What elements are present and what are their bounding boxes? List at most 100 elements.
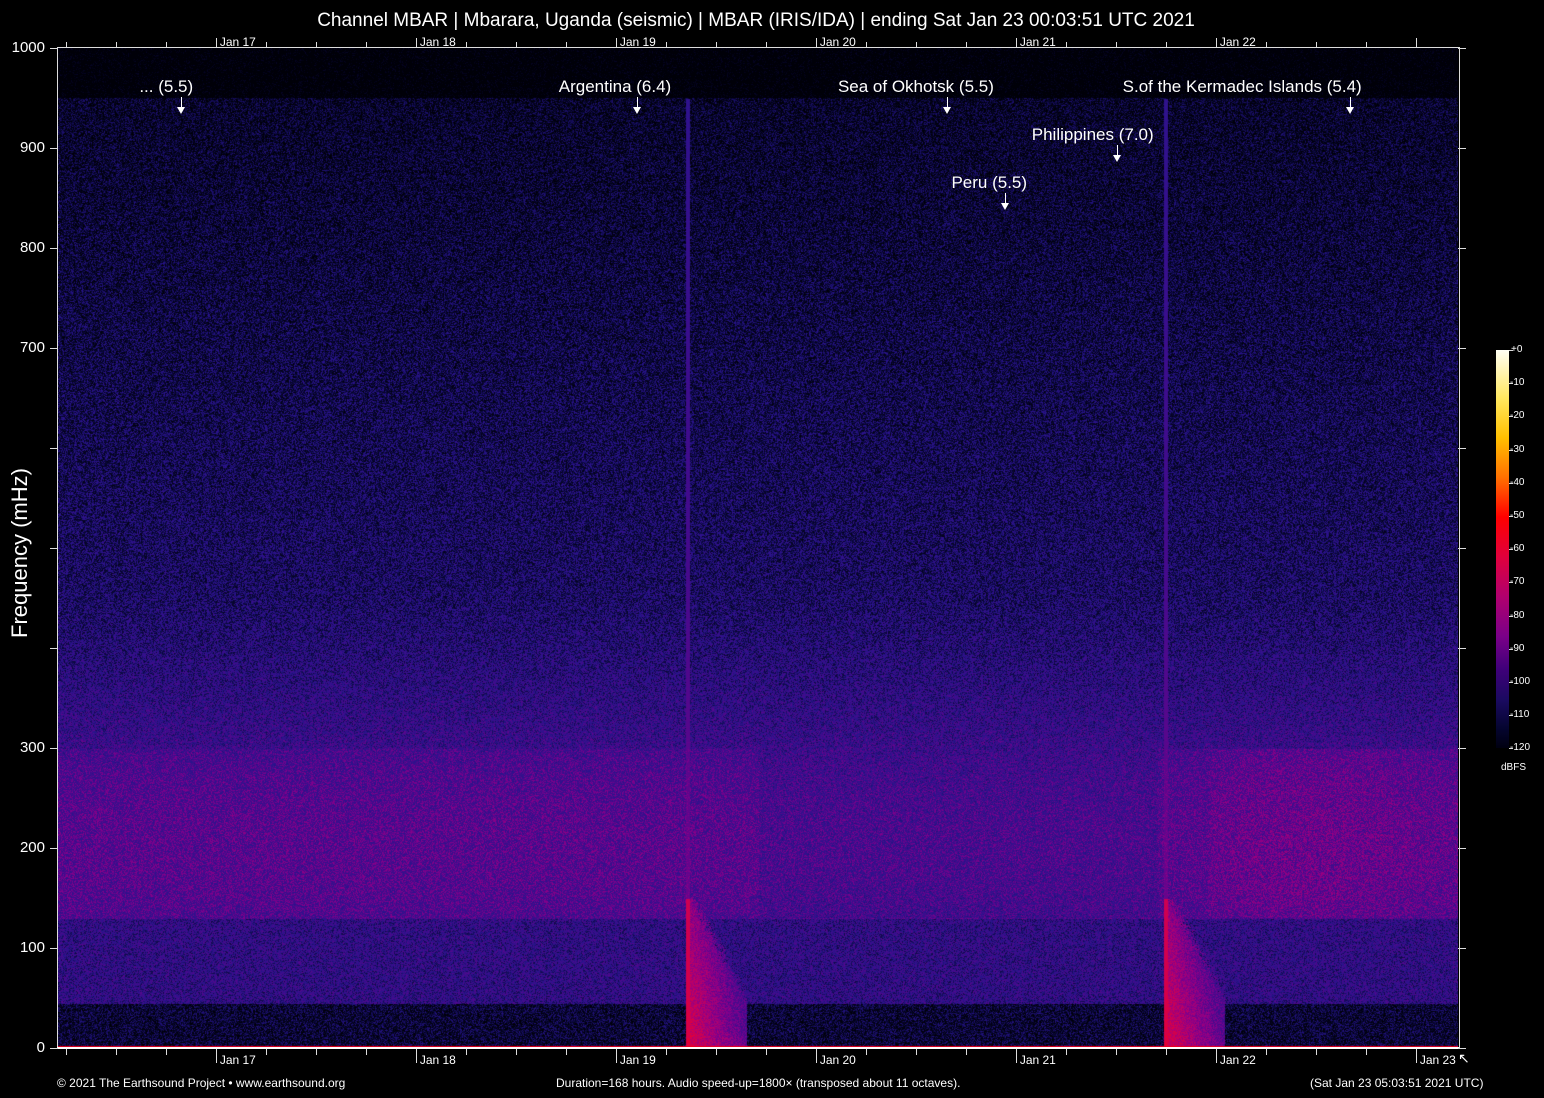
x-tick-label-bottom: Jan 23: [1420, 1053, 1456, 1067]
x-tick-top: [316, 42, 317, 48]
y-tick-label: 900: [0, 139, 45, 156]
x-tick-bottom: [916, 1049, 917, 1055]
x-tick-top: [1266, 42, 1267, 48]
x-tick-top: [516, 42, 517, 48]
x-tick-top: [666, 42, 667, 48]
y-tick-left: [50, 848, 58, 849]
y-tick-right: [1458, 448, 1466, 449]
x-tick-label-top: Jan 17: [220, 35, 256, 49]
colorbar-tick-label: -60: [1510, 543, 1524, 554]
y-tick-label: 300: [0, 739, 45, 756]
x-tick-top: [1316, 42, 1317, 48]
x-tick-label-top: Jan 19: [620, 35, 656, 49]
x-tick-top: [616, 38, 617, 48]
x-tick-bottom: [316, 1049, 317, 1055]
x-tick-top: [866, 42, 867, 48]
y-axis-title: Frequency (mHz): [7, 453, 33, 653]
x-tick-top: [1416, 38, 1417, 48]
x-axis-line: [57, 1047, 1459, 1049]
x-tick-top: [166, 42, 167, 48]
x-tick-bottom: [216, 1049, 217, 1063]
x-tick-label-bottom: Jan 19: [620, 1053, 656, 1067]
x-tick-label-bottom: Jan 18: [420, 1053, 456, 1067]
x-tick-bottom: [266, 1049, 267, 1055]
x-tick-bottom: [1166, 1049, 1167, 1055]
y-tick-right: [1458, 348, 1466, 349]
y-tick-left: [50, 1048, 58, 1049]
x-tick-top: [716, 42, 717, 48]
x-tick-label-bottom: Jan 20: [820, 1053, 856, 1067]
x-tick-top: [566, 42, 567, 48]
x-tick-bottom: [1016, 1049, 1017, 1063]
x-tick-bottom: [666, 1049, 667, 1055]
y-tick-right: [1458, 748, 1466, 749]
y-tick-right: [1458, 1048, 1466, 1049]
footer-info: Duration=168 hours. Audio speed-up=1800×…: [556, 1076, 960, 1090]
y-tick-right: [1458, 248, 1466, 249]
x-tick-bottom: [466, 1049, 467, 1055]
colorbar-tick-label: +0: [1511, 344, 1522, 355]
y-tick-label: 800: [0, 239, 45, 256]
x-tick-label-bottom: Jan 21: [1020, 1053, 1056, 1067]
x-tick-bottom: [566, 1049, 567, 1055]
spectrogram-image: [58, 48, 1458, 1048]
mouse-cursor-icon: ↖: [1458, 1050, 1470, 1067]
y-tick-right: [1458, 948, 1466, 949]
y-tick-label: 1000: [0, 39, 45, 56]
event-arrow-icon: [1001, 203, 1009, 210]
x-tick-bottom: [1266, 1049, 1267, 1055]
x-tick-bottom: [816, 1049, 817, 1063]
x-tick-label-top: Jan 18: [420, 35, 456, 49]
x-tick-top: [66, 42, 67, 48]
footer-timestamp: (Sat Jan 23 05:03:51 2021 UTC): [1310, 1076, 1483, 1090]
event-arrow-icon: [177, 107, 185, 114]
y-tick-left: [50, 48, 58, 49]
colorbar-tick-label: -120: [1510, 742, 1530, 753]
event-arrow-icon: [633, 107, 641, 114]
x-tick-bottom: [1116, 1049, 1117, 1055]
x-tick-top: [366, 42, 367, 48]
x-tick-bottom: [1316, 1049, 1317, 1055]
x-tick-bottom: [1216, 1049, 1217, 1063]
colorbar-tick-label: -90: [1510, 643, 1524, 654]
x-tick-top: [216, 38, 217, 48]
y-tick-right: [1458, 548, 1466, 549]
y-tick-label: 100: [0, 939, 45, 956]
x-tick-bottom: [116, 1049, 117, 1055]
y-tick-label: 200: [0, 839, 45, 856]
x-tick-label-top: Jan 22: [1220, 35, 1256, 49]
event-label: S.of the Kermadec Islands (5.4): [1123, 77, 1362, 97]
y-tick-left: [50, 948, 58, 949]
colorbar-tick-label: -40: [1510, 477, 1524, 488]
x-tick-bottom: [366, 1049, 367, 1055]
x-tick-label-top: Jan 21: [1020, 35, 1056, 49]
x-tick-top: [1216, 38, 1217, 48]
y-tick-right: [1458, 48, 1466, 49]
colorbar-tick-label: -20: [1510, 410, 1524, 421]
y-tick-left: [50, 148, 58, 149]
x-tick-bottom: [516, 1049, 517, 1055]
x-tick-bottom: [616, 1049, 617, 1063]
y-tick-left: [50, 248, 58, 249]
event-label: Argentina (6.4): [559, 77, 671, 97]
x-tick-top: [116, 42, 117, 48]
y-tick-right: [1458, 148, 1466, 149]
x-tick-top: [1066, 42, 1067, 48]
x-tick-top: [1166, 42, 1167, 48]
y-tick-left: [50, 348, 58, 349]
x-tick-bottom: [766, 1049, 767, 1055]
event-arrow-icon: [1113, 155, 1121, 162]
y-tick-label: 700: [0, 339, 45, 356]
x-tick-top: [1366, 42, 1367, 48]
x-tick-top: [816, 38, 817, 48]
colorbar-tick-label: -10: [1510, 377, 1524, 388]
x-tick-bottom: [416, 1049, 417, 1063]
y-tick-left: [50, 748, 58, 749]
colorbar-label: dBFS: [1501, 762, 1526, 773]
event-label: Philippines (7.0): [1032, 125, 1154, 145]
x-tick-label-bottom: Jan 17: [220, 1053, 256, 1067]
y-tick-left: [50, 548, 58, 549]
spectrogram-plot: [58, 48, 1458, 1048]
y-tick-left: [50, 448, 58, 449]
event-label: ... (5.5): [139, 77, 193, 97]
